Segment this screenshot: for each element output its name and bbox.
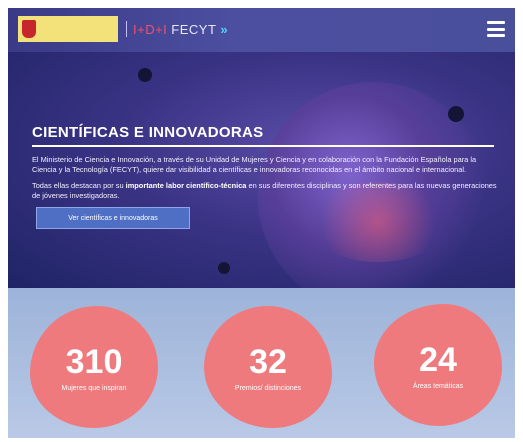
stat-number: 310 [65,342,123,381]
hero-decoration [138,68,152,82]
hamburger-icon[interactable] [487,21,505,37]
hamburger-line [487,27,505,31]
hero-paragraph-emphasis: importante labor científico-técnica [125,181,247,190]
fecyt-prefix: I+D+I [133,21,168,37]
hero-paragraph: Todas ellas destacan por su importante l… [32,181,502,200]
hero-paragraph-text: Todas ellas destacan por su [32,181,126,190]
fecyt-name: FECYT [171,21,217,37]
fecyt-chevron-icon: » [220,21,229,37]
title-underline [32,145,494,147]
hamburger-line [487,21,505,24]
stat-label: Mujeres que inspiran [61,384,127,392]
ministry-logo[interactable] [18,16,118,42]
stat-number: 24 [419,340,457,379]
hamburger-line [487,34,505,37]
stat-bubble: 310 Mujeres que inspiran [30,306,158,428]
logo-divider [126,21,127,37]
stat-label: Áreas temáticas [412,382,464,390]
fecyt-logo[interactable]: I+D+I FECYT » [126,18,228,40]
stat-label: Premios/ distinciones [234,384,302,392]
view-scientists-button[interactable]: Ver científicas e innovadoras [36,207,190,229]
stat-number: 32 [249,342,287,381]
page-frame: I+D+I FECYT » CIENTÍFICAS E INNOVADORAS … [8,8,515,438]
stat-bubble: 32 Premios/ distinciones [204,306,332,428]
stats-section: 310 Mujeres que inspiran 32 Premios/ dis… [8,288,515,438]
stat-bubble: 24 Áreas temáticas [374,304,502,426]
hero-banner: CIENTÍFICAS E INNOVADORAS El Ministerio … [8,52,515,288]
hero-content: CIENTÍFICAS E INNOVADORAS El Ministerio … [32,124,502,207]
coat-of-arms-icon [22,20,36,38]
hero-paragraph: El Ministerio de Ciencia e Innovación, a… [32,155,477,174]
hero-title: CIENTÍFICAS E INNOVADORAS [32,124,264,141]
top-nav-bar: I+D+I FECYT » [8,8,515,52]
hero-decoration [448,106,464,122]
hero-decoration [218,262,230,274]
